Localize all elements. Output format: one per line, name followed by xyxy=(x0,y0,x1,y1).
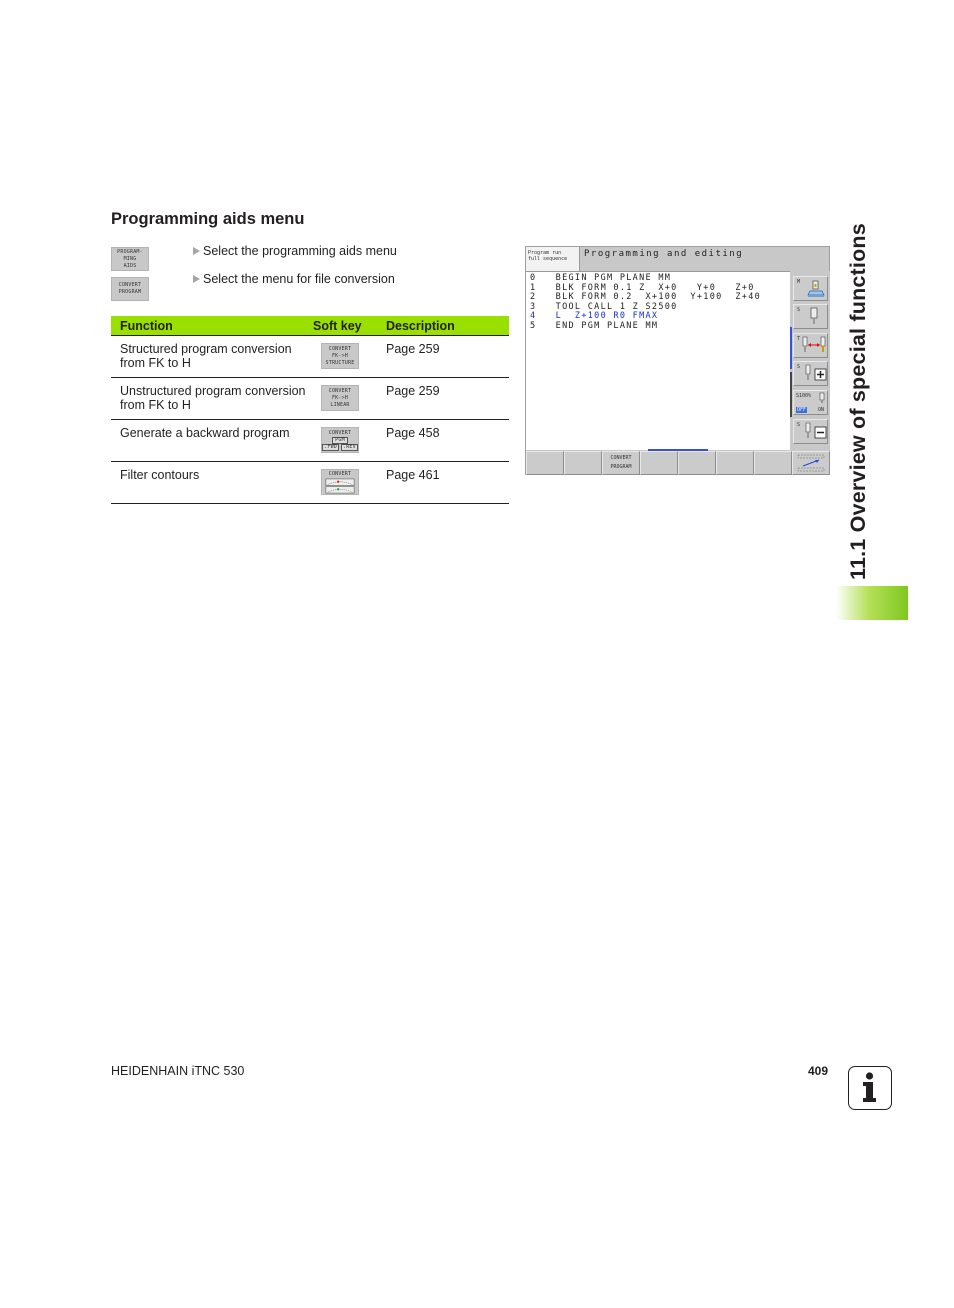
softkey-1[interactable] xyxy=(526,451,564,475)
table-row: Filter contours CONVERT Page 461 xyxy=(111,462,509,504)
softkey-line: AIDS xyxy=(123,262,137,269)
vertical-softkey-bar: M S T S S100% OFF ON S xyxy=(790,271,830,451)
horizontal-softkey-bar: CONVERT PROGRAM xyxy=(526,451,830,475)
softkey-line: PROGRAM xyxy=(610,464,632,470)
manual-name: HEIDENHAIN iTNC 530 xyxy=(111,1064,245,1078)
table-row: Unstructured program conversion from FK … xyxy=(111,378,509,420)
program-line[interactable]: 5 END PGM PLANE MM xyxy=(526,321,790,332)
mode-line: full sequence xyxy=(528,256,568,262)
info-icon xyxy=(848,1066,892,1110)
side-scroll-indicator[interactable] xyxy=(790,327,792,369)
step-text: Select the programming aids menu xyxy=(203,244,397,258)
softkey-line: CONVERT xyxy=(328,430,352,436)
side-softkey-t[interactable]: T xyxy=(793,333,828,358)
side-softkey-m[interactable]: M xyxy=(793,276,828,301)
page-number: 409 xyxy=(808,1064,829,1078)
softkey-8-next[interactable] xyxy=(792,451,830,475)
side-scroll-track xyxy=(790,372,792,417)
table-row: Structured program conversion from FK to… xyxy=(111,336,509,378)
machine-table-icon xyxy=(807,280,825,297)
spindle-off-toggle[interactable]: OFF xyxy=(796,407,808,413)
structure-softkey[interactable]: CONVERT FK->H STRUCTURE xyxy=(321,343,359,369)
rev-box: .REV xyxy=(341,444,358,451)
programming-aids-softkey[interactable]: PROGRAM- MING AIDS xyxy=(111,247,149,271)
row-function: Filter contours xyxy=(120,468,200,482)
softkey-5[interactable] xyxy=(678,451,716,475)
function-table: Function Soft key Description Structured… xyxy=(111,316,509,504)
softkey-line: MING xyxy=(123,255,137,262)
side-softkey-s[interactable]: S xyxy=(793,304,828,329)
row-description: Page 458 xyxy=(386,426,440,440)
softkey-line: LINEAR xyxy=(330,401,350,408)
linear-softkey[interactable]: CONVERT FK->H LINEAR xyxy=(321,385,359,411)
backward-program-softkey[interactable]: CONVERT PGM .FWD .REV xyxy=(321,427,359,453)
softkey-line: CONVERT xyxy=(328,345,352,352)
header-softkey: Soft key xyxy=(313,318,362,333)
softkey-7[interactable] xyxy=(754,451,792,475)
spindle-minus-icon xyxy=(805,422,827,439)
softkey-line: CONVERT xyxy=(328,471,352,477)
softkey-label: S xyxy=(797,422,801,428)
row-function: Unstructured program conversion from FK … xyxy=(120,384,306,412)
spindle-icon xyxy=(810,307,818,324)
softkey-line: PROGRAM xyxy=(118,289,142,295)
softkey-line: FK->H xyxy=(331,394,349,401)
table-row: Generate a backward program CONVERT PGM … xyxy=(111,420,509,462)
info-glyph-icon xyxy=(863,1072,876,1102)
step-2: Select the menu for file conversion xyxy=(193,272,395,286)
row-description: Page 259 xyxy=(386,342,440,356)
filter-contours-softkey[interactable]: CONVERT xyxy=(321,469,359,495)
step-1: Select the programming aids menu xyxy=(193,244,397,258)
row-description: Page 259 xyxy=(386,384,440,398)
softkey-label: S xyxy=(797,364,801,370)
pgm-box: PGM xyxy=(332,437,348,444)
chapter-title: 11.1 Overview of special functions xyxy=(846,223,870,580)
spindle-on-toggle[interactable]: ON xyxy=(818,407,824,413)
step-text: Select the menu for file conversion xyxy=(203,272,395,286)
side-softkey-spindle-minus[interactable]: S xyxy=(793,419,828,444)
softkey-4[interactable] xyxy=(640,451,678,475)
step-arrow-icon xyxy=(193,247,200,255)
row-function: Generate a backward program xyxy=(120,426,290,440)
fwd-box: .FWD xyxy=(322,444,339,451)
softkey-row-switch-icon xyxy=(797,454,825,472)
side-softkey-spindle-plus[interactable]: S xyxy=(793,361,828,386)
tnc-screen: Program run full sequence Programming an… xyxy=(525,246,830,475)
programming-mode-label: Programming and editing xyxy=(579,247,829,271)
softkey-label: S100% xyxy=(796,393,812,399)
softkey-convert-program[interactable]: CONVERT PROGRAM xyxy=(602,451,640,475)
header-description: Description xyxy=(386,318,455,333)
table-header: Function Soft key Description xyxy=(111,316,509,336)
side-softkey-spindle-override[interactable]: S100% OFF ON xyxy=(793,390,828,415)
softkey-6[interactable] xyxy=(716,451,754,475)
convert-program-softkey[interactable]: CONVERT PROGRAM xyxy=(111,277,149,301)
tool-change-icon xyxy=(802,336,826,352)
spindle-override-icon xyxy=(819,392,825,403)
section-title: Programming aids menu xyxy=(111,210,305,228)
softkey-label: M xyxy=(797,279,801,285)
program-editor[interactable]: 0 BEGIN PGM PLANE MM 1 BLK FORM 0.1 Z X+… xyxy=(526,271,790,450)
softkey-line: FK->H xyxy=(331,352,349,359)
row-description: Page 461 xyxy=(386,468,440,482)
softkey-line: CONVERT xyxy=(328,387,352,394)
contour-filter-icon xyxy=(325,478,355,494)
chapter-color-bar xyxy=(836,586,908,620)
softkey-line: PROGRAM- xyxy=(117,248,143,255)
step-arrow-icon xyxy=(193,275,200,283)
softkey-line: CONVERT xyxy=(610,455,632,461)
header-function: Function xyxy=(120,318,173,333)
machine-mode-label: Program run full sequence xyxy=(526,247,579,271)
softkey-line: STRUCTURE xyxy=(325,359,355,366)
row-function: Structured program conversion from FK to… xyxy=(120,342,292,370)
softkey-2[interactable] xyxy=(564,451,602,475)
softkey-label: S xyxy=(797,307,801,313)
softkey-line: CONVERT xyxy=(118,282,142,288)
spindle-plus-icon xyxy=(805,364,827,381)
